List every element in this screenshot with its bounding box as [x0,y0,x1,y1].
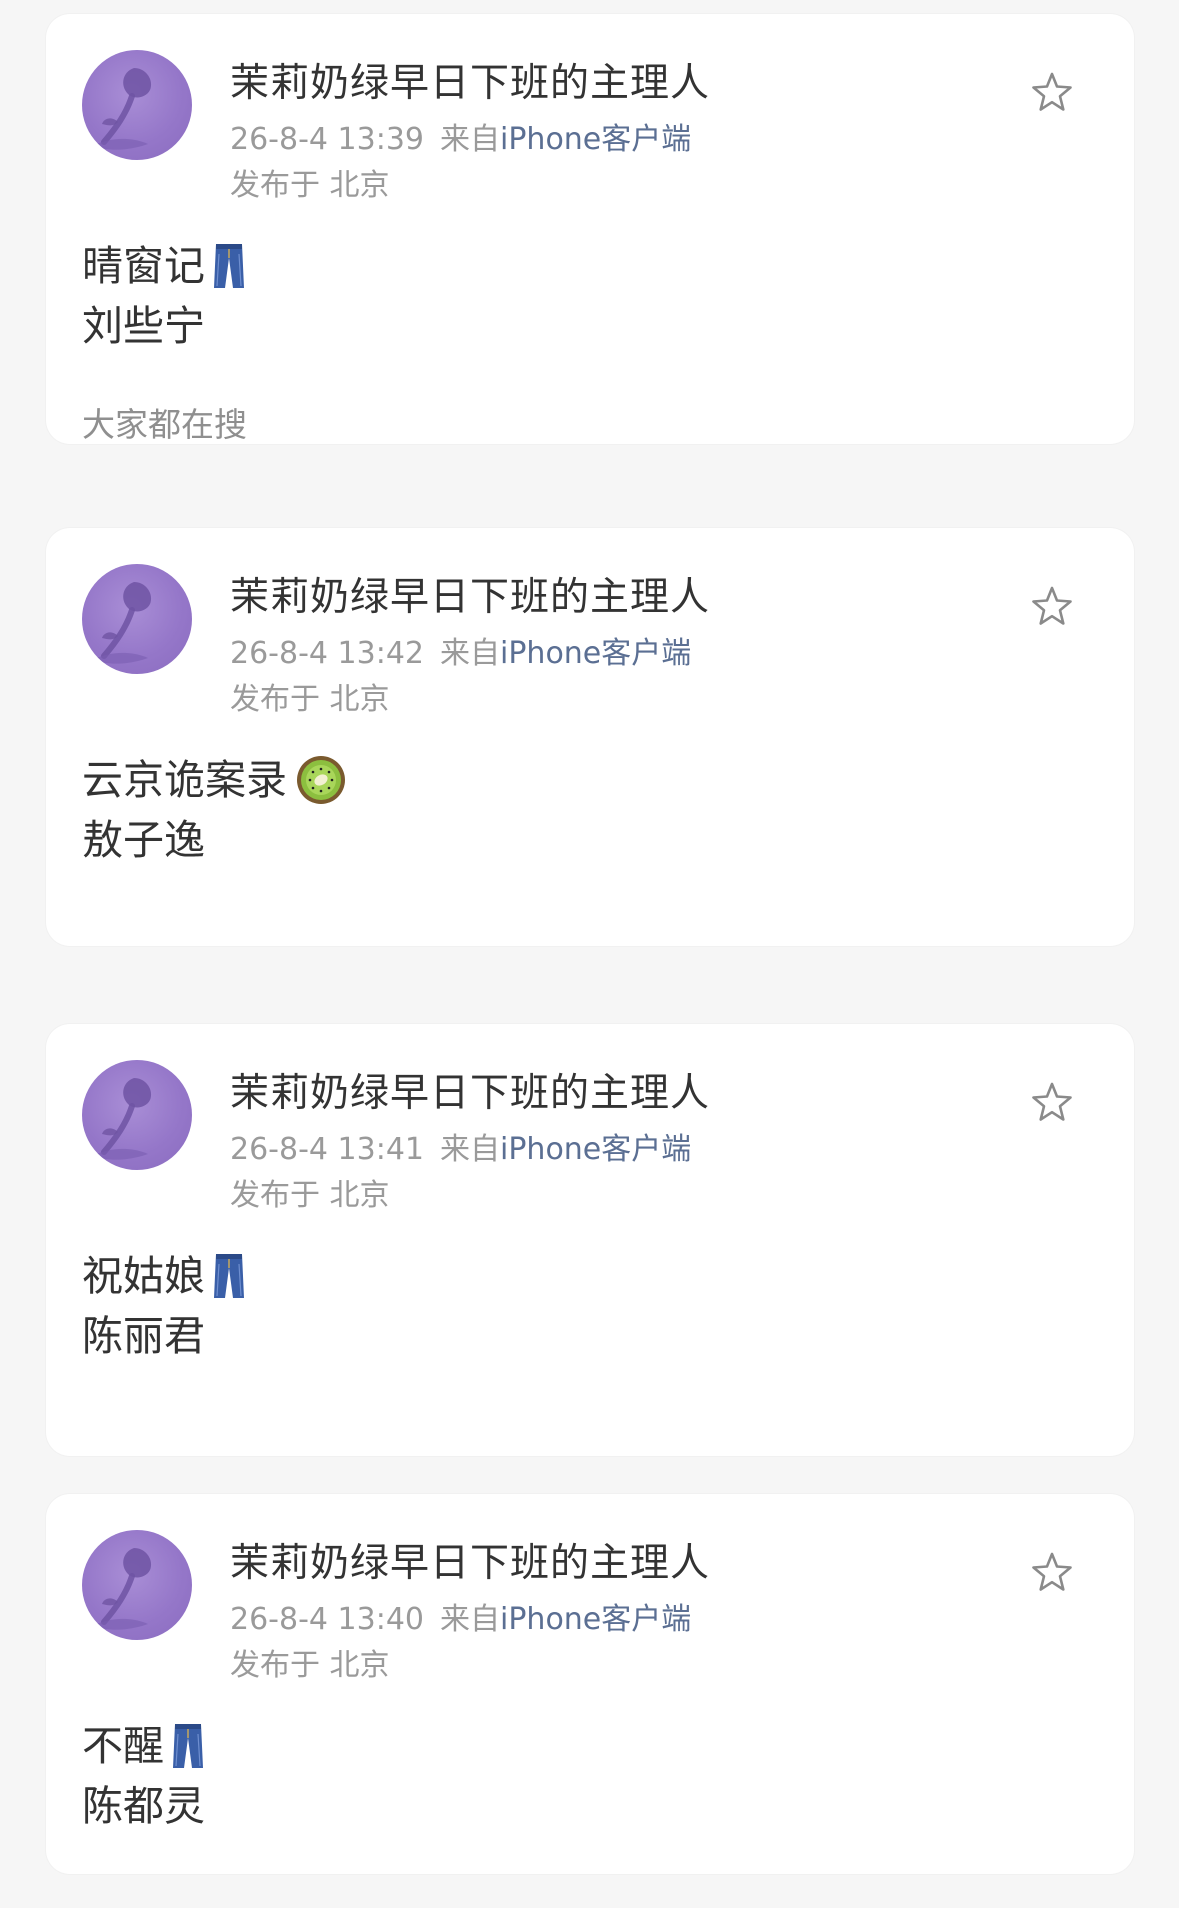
post-time: 26-8-4 13:39 [230,122,424,157]
post-actor: 陈都灵 [82,1782,205,1830]
source-device-link[interactable]: iPhone客户端 [500,122,691,157]
post-actor: 刘些宁 [82,302,205,350]
source-prefix: 来自 [440,1132,500,1167]
post-card[interactable]: 茉莉奶绿早日下班的主理人 26-8-4 13:40 来自iPhone客户端 发布于… [46,1494,1134,1874]
star-icon[interactable] [1030,1550,1074,1594]
post-actor: 陈丽君 [82,1312,205,1360]
source-prefix: 来自 [440,122,500,157]
post-content: 云京诡案录 敖子逸 [82,750,347,870]
post-time: 26-8-4 13:41 [230,1132,424,1167]
post-meta: 26-8-4 13:40 来自iPhone客户端 [230,1594,691,1638]
post-time: 26-8-4 13:40 [230,1602,424,1637]
star-icon[interactable] [1030,70,1074,114]
post-title: 晴窗记 [82,242,205,290]
rose-icon [92,1078,152,1160]
jeans-icon [214,1254,244,1298]
post-title: 云京诡案录 [82,756,287,804]
post-location: 发布于 北京 [230,1648,390,1683]
user-avatar[interactable] [82,1530,192,1640]
jeans-icon [214,244,244,288]
user-avatar[interactable] [82,1060,192,1170]
post-content: 晴窗记 刘些宁 [82,236,245,356]
post-content: 祝姑娘 陈丽君 [82,1246,245,1366]
username[interactable]: 茉莉奶绿早日下班的主理人 [230,1062,710,1118]
post-meta: 26-8-4 13:39 来自iPhone客户端 [230,114,691,158]
post-location: 发布于 北京 [230,168,390,203]
source-prefix: 来自 [440,636,500,671]
post-location: 发布于 北京 [230,682,390,717]
rose-icon [92,1548,152,1630]
post-time: 26-8-4 13:42 [230,636,424,671]
post-title: 不醒 [82,1722,164,1770]
post-location: 发布于 北京 [230,1178,390,1213]
post-title: 祝姑娘 [82,1252,205,1300]
post-card[interactable]: 茉莉奶绿早日下班的主理人 26-8-4 13:41 来自iPhone客户端 发布于… [46,1024,1134,1456]
rose-icon [92,582,152,664]
star-icon[interactable] [1030,1080,1074,1124]
post-actor: 敖子逸 [82,816,205,864]
source-prefix: 来自 [440,1602,500,1637]
post-meta: 26-8-4 13:41 来自iPhone客户端 [230,1124,691,1168]
jeans-icon [173,1724,203,1768]
source-device-link[interactable]: iPhone客户端 [500,636,691,671]
username[interactable]: 茉莉奶绿早日下班的主理人 [230,566,710,622]
rose-icon [92,68,152,150]
post-card[interactable]: 茉莉奶绿早日下班的主理人 26-8-4 13:42 来自iPhone客户端 发布于… [46,528,1134,946]
star-icon[interactable] [1030,584,1074,628]
user-avatar[interactable] [82,564,192,674]
post-content: 不醒 陈都灵 [82,1716,205,1836]
user-avatar[interactable] [82,50,192,160]
post-card[interactable]: 茉莉奶绿早日下班的主理人 26-8-4 13:39 来自iPhone客户端 发布于… [46,14,1134,444]
trending-search-label[interactable]: 大家都在搜 [82,398,247,444]
username[interactable]: 茉莉奶绿早日下班的主理人 [230,1532,710,1588]
source-device-link[interactable]: iPhone客户端 [500,1602,691,1637]
source-device-link[interactable]: iPhone客户端 [500,1132,691,1167]
post-meta: 26-8-4 13:42 来自iPhone客户端 [230,628,691,672]
username[interactable]: 茉莉奶绿早日下班的主理人 [230,52,710,108]
kiwi-icon [297,756,345,804]
